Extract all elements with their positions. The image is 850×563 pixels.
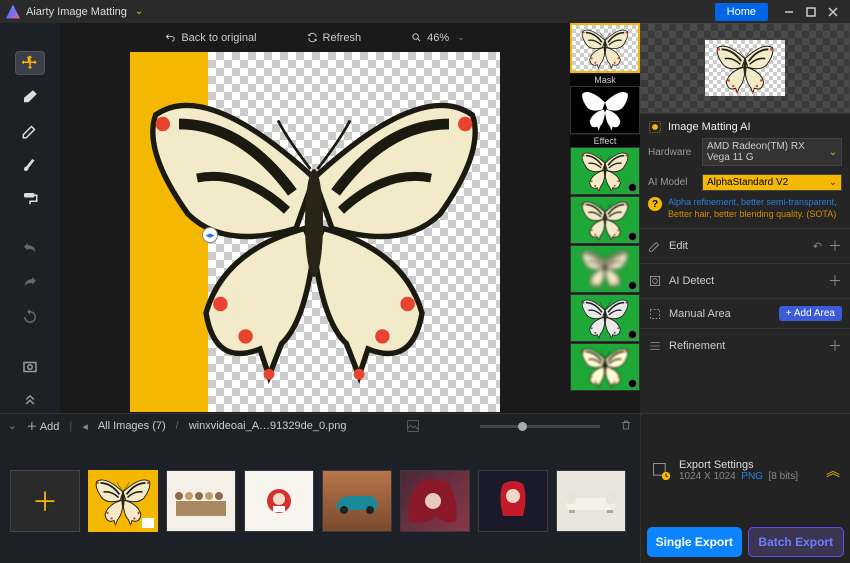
manual-icon [648,307,662,321]
preview-mask[interactable] [570,86,640,134]
thumb-size-slider[interactable] [480,425,600,428]
export-subtitle: 1024 X 1024 PNG [8 bits] [679,471,818,482]
eraser-tool[interactable] [15,85,45,109]
add-thumbnail-button[interactable]: ＋ [10,470,80,532]
thumbs-header: ⌄ ＋ Add | ◂ All Images (7) / winxvideoai… [0,414,640,438]
thumbnail[interactable] [88,470,158,532]
title-dropdown-icon[interactable]: ⌄ [135,6,143,17]
compare-tool[interactable] [15,355,45,379]
manual-section[interactable]: Manual Area + Add Area [640,298,850,328]
export-panel: Export Settings 1024 X 1024 PNG [8 bits]… [640,414,850,563]
canvas[interactable]: ◂▸ [60,48,570,413]
compare-slider-handle[interactable]: ◂▸ [202,227,218,243]
export-settings-icon [651,461,671,481]
app-title: Aiarty Image Matting [26,6,127,18]
detect-section[interactable]: AI Detect ＋ [640,263,850,298]
close-button[interactable] [822,1,844,23]
preview-bw[interactable]: Black & White [570,294,640,342]
delete-button[interactable] [620,419,632,434]
effect-label: Effect [570,135,640,147]
thumbnail[interactable] [400,470,470,532]
current-filename: winxvideoai_A…91329de_0.png [189,420,347,432]
preview-rgba[interactable]: RGBA [570,23,640,73]
reset-button[interactable] [15,305,45,329]
roller-tool[interactable] [15,187,45,211]
export-title: Export Settings [679,459,818,471]
panel-title: Image Matting AI [648,120,842,134]
canvas-subject [134,62,494,402]
expand-export-icon[interactable]: ︽ [826,461,840,481]
model-select[interactable]: AlphaStandard V2⌄ [702,174,842,191]
brush-tool[interactable] [15,153,45,177]
plus-icon[interactable]: ＋ [828,336,842,356]
preview-strip: RGBA Mask Effect Background Feather Blur… [570,23,640,413]
output-preview [640,23,850,113]
thumbnail[interactable] [556,470,626,532]
preview-blur[interactable]: Blur [570,245,640,293]
app-logo-icon [6,5,20,19]
titlebar: Aiarty Image Matting ⌄ Home [0,0,850,23]
collapse-thumbs-icon[interactable]: ⌄ [8,421,16,432]
thumbnail[interactable] [478,470,548,532]
home-button[interactable]: Home [715,3,768,21]
undo-icon[interactable]: ↶ [813,240,822,253]
refresh-button[interactable]: Refresh [307,32,362,44]
undo-button[interactable] [15,237,45,261]
move-tool[interactable] [15,51,45,75]
left-toolbar [0,23,60,413]
thumbnail[interactable] [166,470,236,532]
pencil-tool[interactable] [15,119,45,143]
add-image-button[interactable]: ＋ Add [26,418,59,434]
mask-label: Mask [570,74,640,86]
hardware-label: Hardware [648,147,696,158]
back-to-original-button[interactable]: Back to original [165,32,256,44]
right-panel: Image Matting AI Hardware AMD Radeon(TM)… [640,23,850,413]
image-icon [406,419,420,433]
thumbnail[interactable] [322,470,392,532]
edit-section[interactable]: Edit ↶＋ [640,228,850,263]
thumbnail[interactable] [244,470,314,532]
thumbnail-row: ＋ [0,438,640,563]
info-icon: ? [648,197,662,211]
preview-pixelation[interactable]: Pixelation [570,343,640,391]
maximize-button[interactable] [800,1,822,23]
minimize-button[interactable] [778,1,800,23]
hardware-select[interactable]: AMD Radeon(TM) RX Vega 11 G⌄ [702,138,842,166]
model-info: ? Alpha refinement, better semi-transpar… [648,195,842,222]
zoom-control[interactable]: 46%⌄ [411,32,465,44]
redo-button[interactable] [15,271,45,295]
preview-background[interactable]: Background [570,147,640,195]
refinement-section[interactable]: Refinement ＋ [640,328,850,363]
add-area-button[interactable]: + Add Area [779,306,842,321]
refine-icon [648,339,662,353]
preview-feather[interactable]: Feather [570,196,640,244]
matting-icon [648,120,662,134]
collapse-tools-button[interactable] [15,389,45,413]
canvas-area: Back to original Refresh 46%⌄ ◂▸ [60,23,570,413]
model-label: AI Model [648,177,696,188]
edit-icon [648,239,662,253]
collection-name[interactable]: All Images (7) [98,420,166,432]
batch-export-button[interactable]: Batch Export [748,527,845,557]
plus-icon[interactable]: ＋ [828,236,842,256]
detect-icon [648,274,662,288]
plus-icon[interactable]: ＋ [828,271,842,291]
single-export-button[interactable]: Single Export [647,527,742,557]
